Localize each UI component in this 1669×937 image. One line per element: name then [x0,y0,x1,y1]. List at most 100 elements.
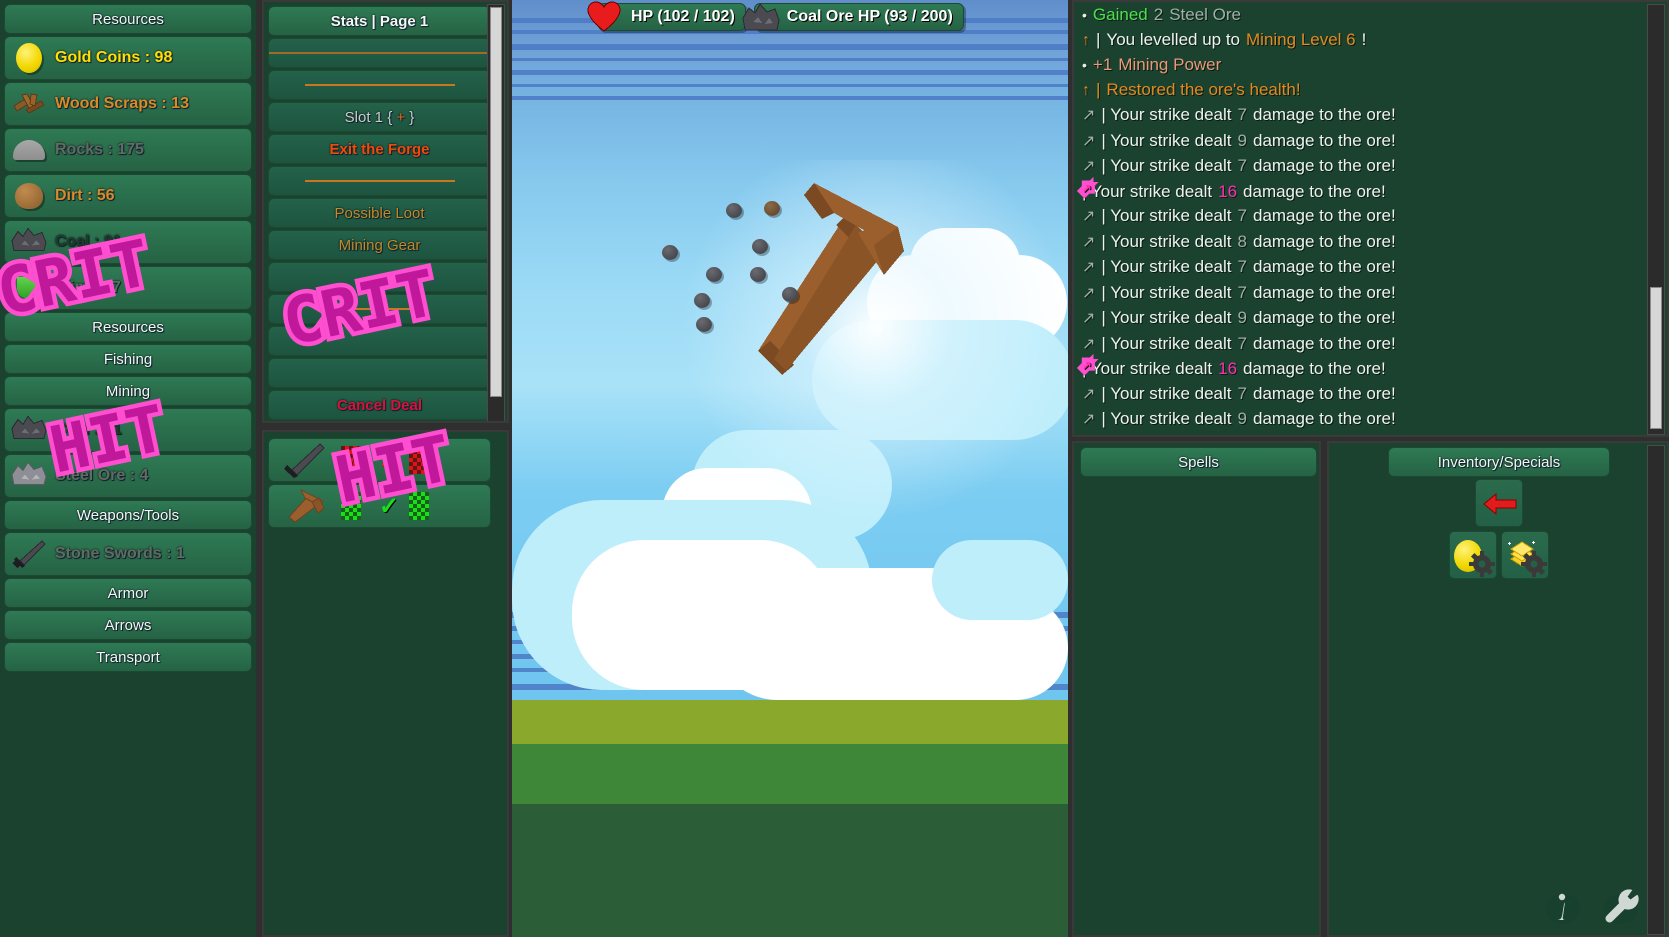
sidebar-category-arrows[interactable]: Arrows [4,610,252,640]
log-line-prefix-icon: ↗ [1082,208,1096,225]
stats-heading-possible-loot: Possible Loot [268,198,491,228]
resource-row-dirt[interactable]: Dirt : 56 [4,174,252,218]
log-line-text: 16 [1218,359,1238,378]
sidebar-category-armor[interactable]: Armor [4,578,252,608]
category-label: Transport [96,648,160,666]
stats-scrollbar[interactable] [487,4,505,421]
category-label: Mining [105,382,151,400]
log-line-text: 9 [1237,409,1247,428]
log-line-text: 7 [1237,282,1247,302]
resource-row-gold-coins[interactable]: Gold Coins : 98 [4,36,252,80]
log-line: ↗ | Your strike dealt 8 damage to the ore… [1082,433,1667,436]
stats-panel: Stats | Page 1 Slot 1 { + } Exit the Forge… [262,0,509,423]
log-line-text: damage to the ore! [1252,231,1396,251]
steel-ore-icon [11,461,47,490]
recipe-status-mark: ✓ [379,492,400,520]
sidebar-category-transport[interactable]: Transport [4,642,252,672]
log-line-text: | Your strike dealt [1101,105,1232,124]
log-line-prefix-icon: • [1082,7,1087,23]
resource-row-slime[interactable]: Slime : 7 [4,266,252,310]
resource-row-wood-scraps[interactable]: Wood Scraps : 13 [4,82,252,126]
log-line-text: 16 [1218,181,1238,201]
sidebar-category-weapons-tools[interactable]: Weapons/Tools [4,500,252,530]
exit-forge-label: Exit the Forge [329,140,430,158]
coal-particle [750,267,766,282]
stats-empty-row [268,262,491,292]
spells-panel: Spells [1072,441,1321,937]
log-line: ↗ | Your strike dealt 7 damage to the ore… [1082,332,1667,358]
dirt-icon [11,182,47,210]
log-line-prefix-icon: • [1082,57,1087,73]
inventory-slot-bars-settings[interactable] [1501,531,1549,579]
divider [349,308,410,310]
resource-label: Wood Scraps : 13 [55,95,189,112]
log-line-text: Mining Level 6 [1246,29,1356,49]
log-line-text: | Your strike dealt [1101,409,1232,428]
log-line-text: damage to the ore! [1252,333,1396,353]
log-line-text: | Your strike dealt [1101,308,1232,327]
log-line-text: | Your strike dealt [1101,257,1232,276]
log-line-text: | Your strike dealt [1101,130,1232,150]
forge-slot-button[interactable]: Slot 1 { + } [268,102,491,132]
log-scrollbar[interactable] [1647,4,1665,435]
player-hp-label: HP (102 / 102) [631,8,735,25]
log-scrollbar-thumb[interactable] [1650,287,1662,429]
log-line-prefix-icon: ↑ [1082,31,1090,49]
stats-divider-row [268,38,491,68]
stats-empty-row [268,358,491,388]
game-viewport[interactable]: HP (102 / 102) Coal Ore HP (93 / 200) [512,0,1068,937]
resource-row-rocks[interactable]: Rocks : 175 [4,128,252,172]
log-line-text: | Your strike dealt [1101,231,1232,251]
wrench-icon[interactable] [1599,885,1643,929]
sidebar-category-mining[interactable]: Mining [4,376,252,406]
log-line: ↗ | Your strike dealt 16 damage to the or… [1078,351,1667,382]
sidebar-category-resources[interactable]: Resources [4,312,252,342]
log-line-prefix-icon: ↗ [1082,259,1096,276]
exit-forge-button[interactable]: Exit the Forge [268,134,491,164]
rock-icon [11,136,47,164]
sword-icon [11,540,47,569]
forge-recipe-pickaxe[interactable]: ✓ [268,484,491,528]
gear-icon [1521,551,1547,577]
log-line: ↗ | Your strike dealt 9 damage to the ore… [1082,407,1667,433]
resource-row-steel-ore[interactable]: Steel Ore : 4 [4,454,252,498]
log-line-prefix-icon: ↗ [1082,158,1096,175]
log-line: • Gained 2 Steel Ore [1082,3,1667,28]
resources-panel: Resources Gold Coins : 98 Wood Scraps : 13… [0,0,256,937]
log-line-text: 2 [1153,5,1164,24]
log-line: ↗ | Your strike dealt 9 damage to the ore… [1082,129,1667,155]
inventory-slot-back-arrow[interactable] [1475,479,1523,527]
log-line-prefix-icon: ↗ [1082,335,1096,353]
info-icon[interactable] [1541,885,1585,929]
log-line-text: 7 [1237,333,1247,353]
forge-slot-label: Slot 1 { + } [344,108,415,126]
inventory-slot-gold-settings[interactable] [1449,531,1497,579]
stats-empty-row [268,326,491,356]
inventory-scrollbar[interactable] [1647,445,1665,935]
log-line: ↗ | Your strike dealt 7 damage to the ore… [1082,382,1667,408]
resource-row-coal[interactable]: Coal : 91 [4,408,252,452]
resource-row-coal[interactable]: Coal : 91 [4,220,252,264]
log-line-text: 7 [1237,257,1247,276]
resource-row-stone-swords[interactable]: Stone Swords : 1 [4,532,252,576]
resource-label: Coal : 91 [55,233,122,250]
resource-label: Gold Coins : 98 [55,49,173,66]
log-line-text: damage to the ore! [1252,206,1396,225]
divider [269,52,490,54]
recipe-status-mark: ✕ [379,446,400,474]
stone-sword-icon [279,442,327,478]
gear-icon [1469,551,1495,577]
cloud [910,228,1020,298]
sidebar-category-fishing[interactable]: Fishing [4,344,252,374]
log-line-text: damage to the ore! [1253,433,1396,436]
category-label: Weapons/Tools [76,506,180,524]
inventory-specials-panel: Inventory/Specials [1327,441,1669,937]
coal-particle [752,239,768,254]
cloud [932,540,1068,620]
forge-recipe-stone-sword[interactable]: ✕ [268,438,491,482]
stats-scrollbar-thumb[interactable] [490,7,502,397]
cancel-deal-button[interactable]: Cancel Deal [268,390,491,420]
log-line-text: 8 [1237,231,1247,251]
log-line: ↗ | Your strike dealt 7 damage to the ore… [1082,255,1667,281]
resource-label: Coal : 91 [55,421,122,438]
